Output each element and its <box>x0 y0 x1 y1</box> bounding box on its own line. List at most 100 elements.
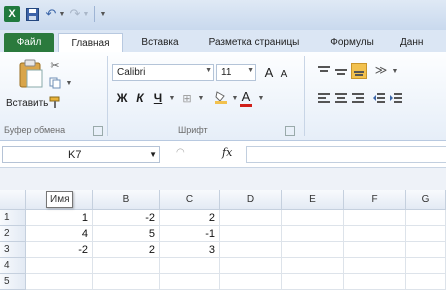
cancel-entry-icon[interactable]: ◠ <box>176 147 185 158</box>
cell-F2[interactable] <box>344 226 406 242</box>
align-right-icon[interactable] <box>351 91 365 105</box>
copy-dropdown-icon[interactable]: ▼ <box>62 76 76 90</box>
undo-icon[interactable]: ↶ <box>44 6 58 22</box>
cell-F4[interactable] <box>344 258 406 274</box>
tab-data[interactable]: Данн <box>400 33 446 52</box>
align-left-icon[interactable] <box>317 91 331 105</box>
cell-B4[interactable] <box>93 258 160 274</box>
align-bottom-icon[interactable] <box>351 63 367 79</box>
cell-G5[interactable] <box>406 274 446 290</box>
cell-C3[interactable]: 3 <box>160 242 220 258</box>
borders-dropdown-icon[interactable]: ▼ <box>194 91 208 105</box>
cell-B2[interactable]: 5 <box>93 226 160 242</box>
font-size-value: 11 <box>221 67 232 78</box>
bold-button[interactable]: Ж <box>116 90 128 106</box>
cell-B1[interactable]: -2 <box>93 210 160 226</box>
grow-font-button[interactable]: A <box>262 64 276 80</box>
cell-B5[interactable] <box>93 274 160 290</box>
copy-icon[interactable] <box>48 76 62 90</box>
row-header[interactable]: 4 <box>0 258 26 274</box>
decrease-indent-icon[interactable] <box>372 91 386 105</box>
column-header[interactable]: C <box>160 190 220 210</box>
cell-E5[interactable] <box>282 274 344 290</box>
row-header[interactable]: 5 <box>0 274 26 290</box>
font-launcher-icon[interactable] <box>285 126 295 136</box>
cell-F3[interactable] <box>344 242 406 258</box>
cell-F5[interactable] <box>344 274 406 290</box>
chevron-down-icon[interactable]: ▼ <box>149 150 157 159</box>
excel-app-icon[interactable]: X <box>4 6 20 22</box>
cell-E3[interactable] <box>282 242 344 258</box>
underline-dropdown-icon[interactable]: ▼ <box>165 91 179 105</box>
cell-C5[interactable] <box>160 274 220 290</box>
name-box-tooltip: Имя <box>46 191 74 208</box>
italic-button[interactable]: К <box>134 90 146 106</box>
cell-C1[interactable]: 2 <box>160 210 220 226</box>
cell-D3[interactable] <box>220 242 282 258</box>
cell-C4[interactable] <box>160 258 220 274</box>
increase-indent-icon[interactable] <box>389 91 403 105</box>
chevron-down-icon[interactable]: ▼ <box>205 67 212 74</box>
chevron-down-icon[interactable]: ▼ <box>247 67 254 74</box>
shrink-font-button[interactable]: A <box>278 66 290 82</box>
cell-A1[interactable]: 1 <box>26 210 93 226</box>
underline-button[interactable]: Ч <box>152 90 164 106</box>
cell-A2[interactable]: 4 <box>26 226 93 242</box>
align-middle-icon[interactable] <box>334 64 348 78</box>
paste-button[interactable]: Вставить <box>6 98 48 109</box>
column-header[interactable]: B <box>93 190 160 210</box>
font-color-dropdown-icon[interactable]: ▼ <box>254 91 268 105</box>
cell-A3[interactable]: -2 <box>26 242 93 258</box>
align-top-icon[interactable] <box>317 64 331 78</box>
cell-F1[interactable] <box>344 210 406 226</box>
cell-B3[interactable]: 2 <box>93 242 160 258</box>
tab-home[interactable]: Главная <box>58 33 123 53</box>
column-header[interactable]: D <box>220 190 282 210</box>
cell-A4[interactable] <box>26 258 93 274</box>
cell-A5[interactable] <box>26 274 93 290</box>
cut-icon[interactable]: ✂ <box>48 58 62 72</box>
borders-icon[interactable]: ⊞ <box>180 91 194 105</box>
format-painter-icon[interactable] <box>48 95 62 109</box>
clipboard-launcher-icon[interactable] <box>93 126 103 136</box>
cell-D1[interactable] <box>220 210 282 226</box>
cell-G3[interactable] <box>406 242 446 258</box>
font-name-combo[interactable]: Calibri ▼ <box>112 64 214 81</box>
save-icon[interactable] <box>25 6 39 22</box>
row-header[interactable]: 2 <box>0 226 26 242</box>
customize-qat-icon[interactable]: ▼ <box>98 6 108 22</box>
column-header[interactable]: F <box>344 190 406 210</box>
cell-G4[interactable] <box>406 258 446 274</box>
row-header[interactable]: 3 <box>0 242 26 258</box>
cell-D2[interactable] <box>220 226 282 242</box>
cell-G1[interactable] <box>406 210 446 226</box>
font-color-button[interactable]: A <box>240 88 252 107</box>
cell-D4[interactable] <box>220 258 282 274</box>
name-box[interactable]: K7 ▼ <box>2 146 160 163</box>
row-header[interactable]: 1 <box>0 210 26 226</box>
paste-icon[interactable] <box>18 59 44 89</box>
cell-G2[interactable] <box>406 226 446 242</box>
undo-dropdown-icon[interactable]: ▼ <box>58 6 66 22</box>
column-header[interactable]: E <box>282 190 344 210</box>
formula-input[interactable] <box>246 146 446 163</box>
tab-formulas[interactable]: Формулы <box>324 33 380 52</box>
fill-color-icon[interactable] <box>214 90 228 104</box>
redo-dropdown-icon[interactable]: ▼ <box>82 6 90 22</box>
font-size-combo[interactable]: 11 ▼ <box>216 64 256 81</box>
tab-file[interactable]: Файл <box>4 33 54 52</box>
cell-E4[interactable] <box>282 258 344 274</box>
align-center-icon[interactable] <box>334 91 348 105</box>
orientation-dropdown-icon[interactable]: ▼ <box>388 64 402 78</box>
tab-insert[interactable]: Вставка <box>134 33 186 52</box>
cell-E2[interactable] <box>282 226 344 242</box>
insert-function-button[interactable]: fx <box>222 146 232 159</box>
cell-C2[interactable]: -1 <box>160 226 220 242</box>
cell-E1[interactable] <box>282 210 344 226</box>
redo-icon[interactable]: ↷ <box>68 6 82 22</box>
orientation-icon[interactable]: ≫ <box>374 63 388 77</box>
cell-D5[interactable] <box>220 274 282 290</box>
select-all-corner[interactable] <box>0 190 26 210</box>
column-header[interactable]: G <box>406 190 446 210</box>
tab-page-layout[interactable]: Разметка страницы <box>200 33 308 52</box>
